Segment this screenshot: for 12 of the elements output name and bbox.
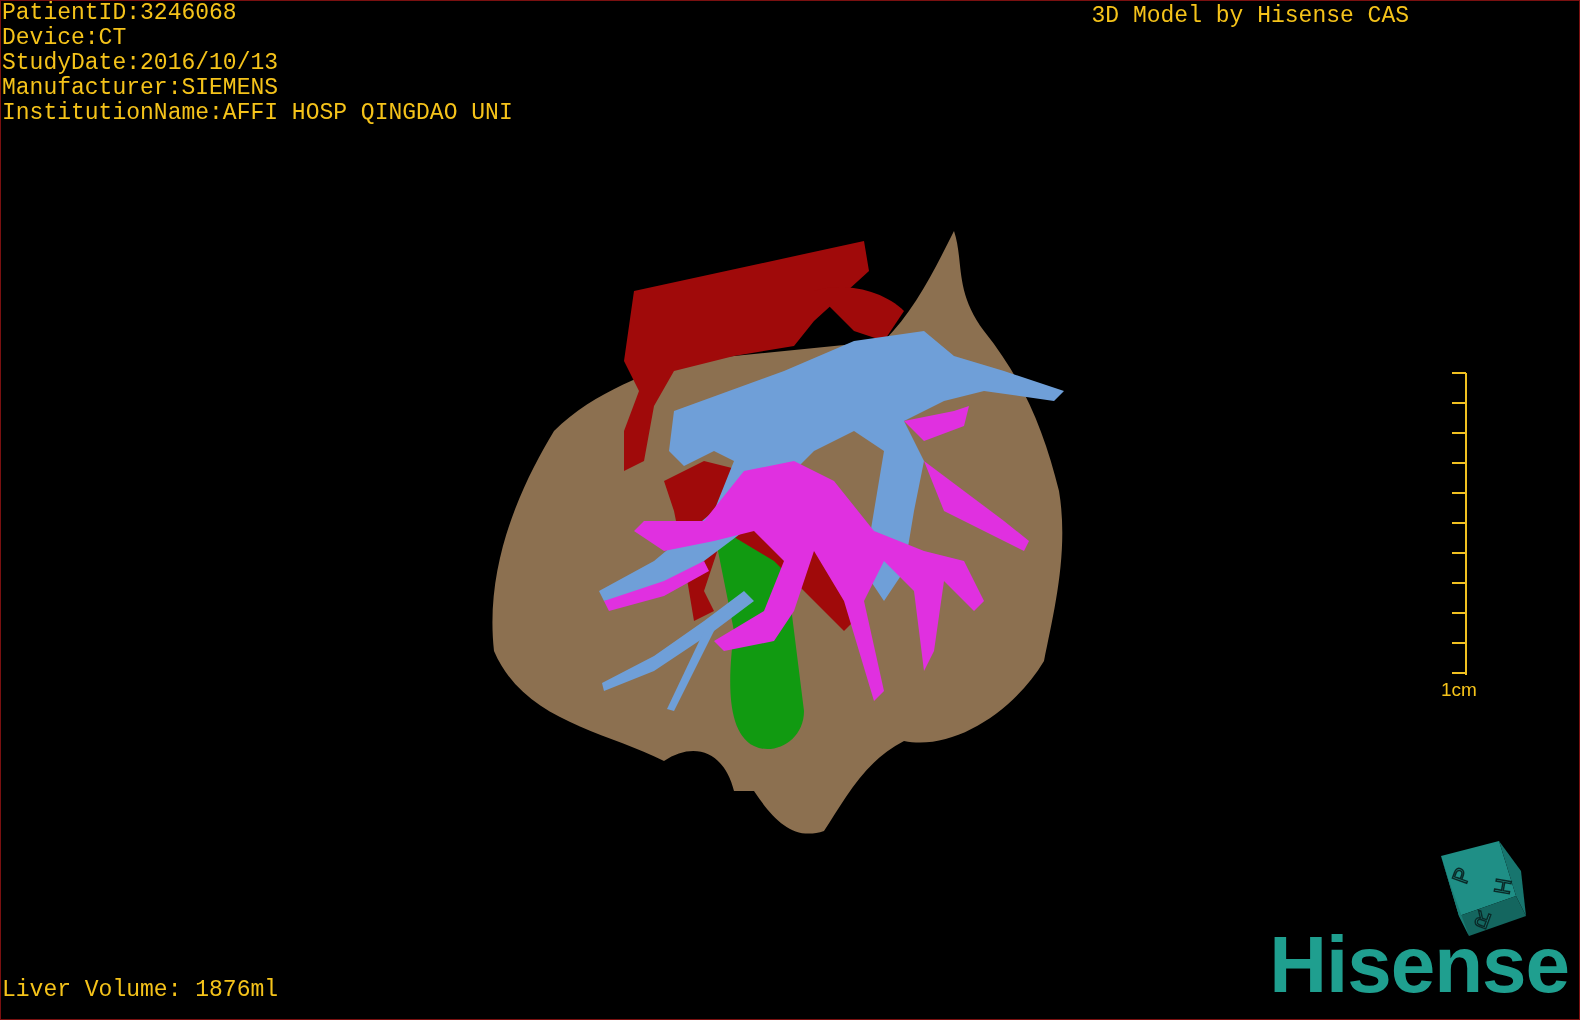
- liver-volume-text: Liver Volume: 1876ml: [2, 978, 279, 1003]
- patient-info-text: Manufacturer:SIEMENS: [2, 76, 279, 101]
- cube-face-label: P: [1447, 864, 1476, 887]
- cube-face-label: R: [1470, 905, 1495, 935]
- patient-info-text: Device:CT: [2, 26, 127, 51]
- patient-info-text: InstitutionName:AFFI HOSP QINGDAO UNI: [2, 101, 513, 126]
- scale-label: 1cm: [1441, 679, 1477, 701]
- patient-info-text: PatientID:3246068: [2, 1, 237, 26]
- cube-face-label: H: [1488, 876, 1517, 897]
- viewer-title: 3D Model by Hisense CAS: [1091, 4, 1409, 31]
- patient-info-text: StudyDate:2016/10/13: [2, 51, 279, 76]
- orientation-cube-drawing[interactable]: [1441, 841, 1526, 936]
